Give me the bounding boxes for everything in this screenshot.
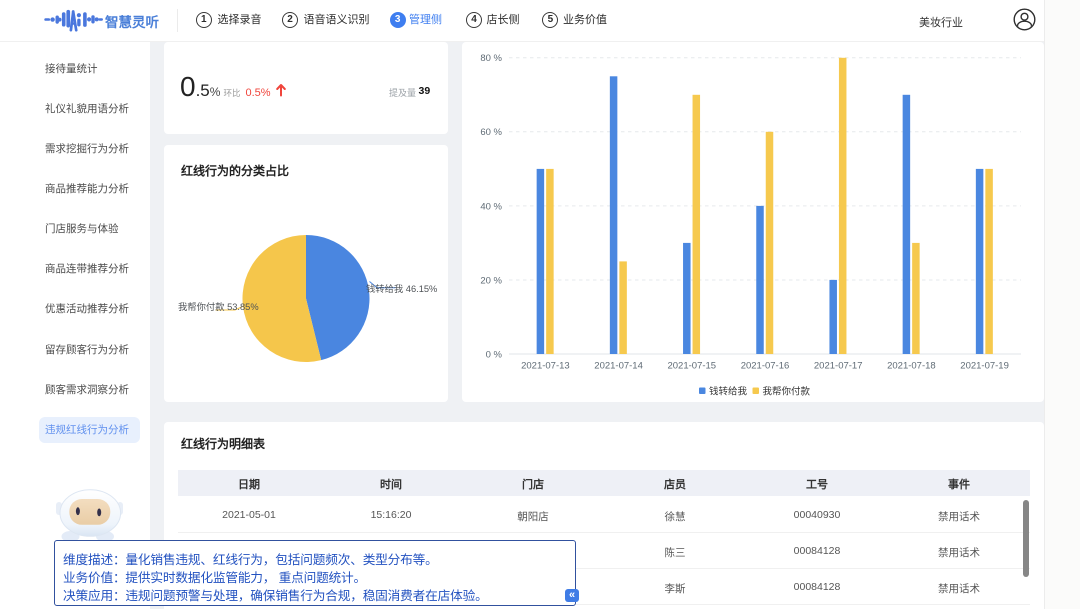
svg-text:我帮你付款: 我帮你付款 <box>763 385 811 397</box>
svg-text:2021-07-18: 2021-07-18 <box>887 361 936 372</box>
svg-text:40 %: 40 % <box>480 201 502 212</box>
svg-text:2021-07-15: 2021-07-15 <box>667 361 716 372</box>
svg-text:2021-07-14: 2021-07-14 <box>594 361 643 372</box>
svg-text:60 %: 60 % <box>480 127 502 138</box>
svg-text:20 %: 20 % <box>480 275 502 286</box>
svg-text:2021-07-19: 2021-07-19 <box>960 361 1009 372</box>
svg-text:2021-07-13: 2021-07-13 <box>521 361 570 372</box>
svg-text:2021-07-16: 2021-07-16 <box>741 361 790 372</box>
svg-text:0 %: 0 % <box>486 349 503 360</box>
svg-text:80 %: 80 % <box>480 53 502 64</box>
svg-text:2021-07-17: 2021-07-17 <box>814 361 863 372</box>
svg-text:钱转给我: 钱转给我 <box>709 385 748 397</box>
